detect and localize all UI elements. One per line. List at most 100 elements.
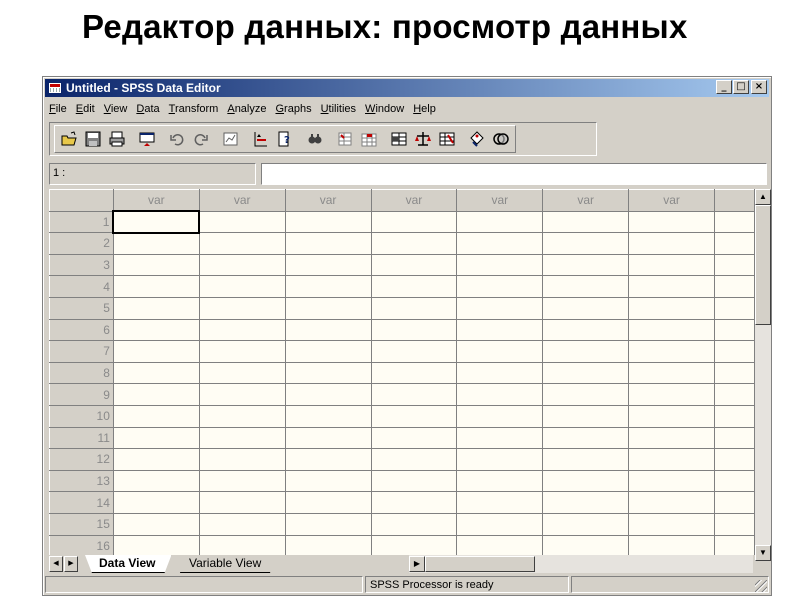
data-cell[interactable] [284,448,372,471]
data-cell[interactable] [628,383,716,406]
data-cell[interactable] [542,404,630,428]
data-cell[interactable] [714,275,755,298]
data-cell[interactable] [370,512,458,536]
data-cell[interactable] [542,383,630,406]
data-cell[interactable] [284,340,372,363]
column-header[interactable]: var [198,189,286,212]
data-cell[interactable] [456,512,544,536]
data-cell[interactable] [542,491,630,514]
row-header[interactable]: 6 [49,318,114,342]
data-cell[interactable] [542,210,630,234]
data-cell[interactable] [628,534,716,555]
data-cell[interactable] [456,469,544,493]
menu-item-analyze[interactable]: Analyze [223,103,271,115]
vertical-scrollbar[interactable]: ▲ ▼ [755,189,771,561]
weight-cases-icon[interactable] [412,128,434,150]
horizontal-scrollbar[interactable]: ◀ ▶ [409,555,753,573]
data-cell[interactable] [370,361,458,385]
menu-item-help[interactable]: Help [409,103,441,115]
data-cell[interactable] [370,491,458,514]
data-cell[interactable] [628,275,716,298]
data-cell[interactable] [714,296,755,320]
column-header[interactable]: var [284,189,372,212]
insert-case-icon[interactable] [334,128,356,150]
menu-item-file[interactable]: File [45,103,72,115]
data-cell[interactable] [542,534,630,555]
data-cell[interactable] [456,340,544,363]
data-cell[interactable] [198,296,286,320]
data-cell[interactable] [198,448,286,471]
data-cell[interactable] [542,512,630,536]
data-cell[interactable] [370,340,458,363]
value-labels-icon[interactable] [466,128,488,150]
data-cell[interactable] [542,275,630,298]
dialog-recall-icon[interactable] [136,128,158,150]
resize-grip[interactable] [755,580,767,592]
menu-item-data[interactable]: Data [132,103,164,115]
select-cases-icon[interactable] [436,128,458,150]
data-cell[interactable] [198,383,286,406]
data-cell[interactable] [112,318,200,342]
data-cell[interactable] [198,469,286,493]
data-cell[interactable] [542,426,630,450]
data-cell[interactable] [112,383,200,406]
data-cell[interactable] [370,232,458,255]
row-header[interactable]: 13 [49,469,114,493]
data-cell[interactable] [198,253,286,277]
data-cell[interactable] [198,491,286,514]
tab-data-view[interactable]: Data View [85,555,172,573]
grid-corner[interactable] [49,189,114,212]
data-cell[interactable] [112,275,200,298]
data-cell[interactable] [112,469,200,493]
data-cell[interactable] [628,404,716,428]
row-header[interactable]: 4 [49,275,114,298]
data-cell[interactable] [714,512,755,536]
row-header[interactable]: 12 [49,448,114,471]
data-cell[interactable] [112,426,200,450]
data-cell[interactable] [198,361,286,385]
data-cell[interactable] [284,534,372,555]
data-cell[interactable] [284,318,372,342]
menu-item-utilities[interactable]: Utilities [317,103,361,115]
data-cell[interactable] [628,232,716,255]
data-cell[interactable] [456,491,544,514]
data-cell[interactable] [628,318,716,342]
data-cell[interactable] [370,426,458,450]
data-cell[interactable] [628,426,716,450]
redo-icon[interactable] [190,128,212,150]
data-cell[interactable] [284,253,372,277]
menu-item-edit[interactable]: Edit [72,103,100,115]
data-cell[interactable] [112,404,200,428]
row-header[interactable]: 16 [49,534,114,555]
title-bar[interactable]: Untitled - SPSS Data Editor _ □ × [45,79,769,97]
data-cell[interactable] [370,296,458,320]
data-cell[interactable] [284,383,372,406]
scroll-up-button[interactable]: ▲ [755,189,771,205]
data-cell[interactable] [198,275,286,298]
data-cell[interactable] [628,491,716,514]
data-cell[interactable] [714,404,755,428]
data-cell[interactable] [370,253,458,277]
data-cell[interactable] [284,491,372,514]
data-cell[interactable] [714,534,755,555]
data-cell[interactable] [370,448,458,471]
data-cell[interactable] [112,253,200,277]
data-cell[interactable] [198,340,286,363]
data-cell[interactable] [456,383,544,406]
data-cell[interactable] [542,448,630,471]
tab-next-button[interactable]: ▶ [64,556,78,572]
row-header[interactable]: 10 [49,404,114,428]
data-cell[interactable] [456,296,544,320]
data-cell[interactable] [456,210,544,234]
data-cell[interactable] [542,296,630,320]
menu-item-transform[interactable]: Transform [165,103,224,115]
maximize-button[interactable]: □ [733,80,749,94]
data-cell[interactable] [370,383,458,406]
row-header[interactable]: 11 [49,426,114,450]
data-cell[interactable] [628,340,716,363]
column-header[interactable]: var [370,189,458,212]
data-cell[interactable] [284,469,372,493]
data-cell[interactable] [370,318,458,342]
data-cell[interactable] [370,210,458,234]
data-cell[interactable] [370,534,458,555]
